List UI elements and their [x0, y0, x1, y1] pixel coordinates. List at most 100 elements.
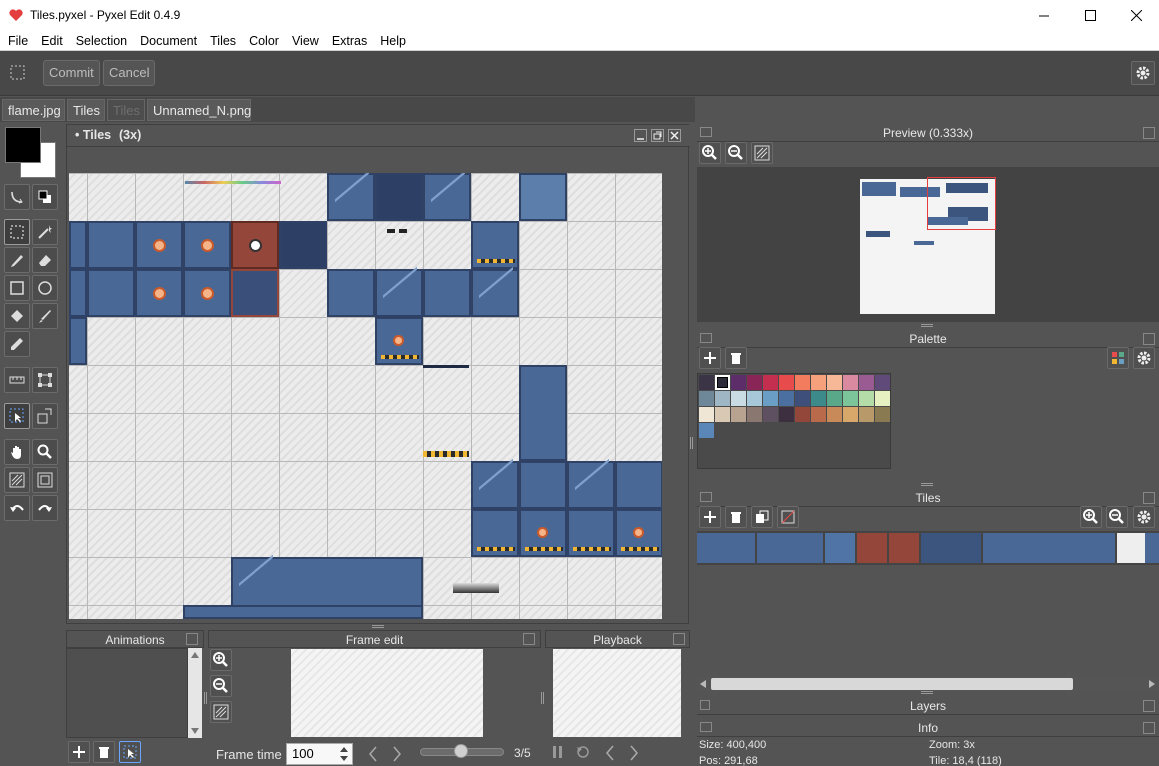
palette-swatch[interactable]	[715, 407, 730, 422]
collapse-button[interactable]	[700, 333, 712, 343]
loop-icon[interactable]	[575, 744, 591, 760]
tab-unnamed-png[interactable]: Unnamed_N.png	[147, 99, 251, 121]
palette-swatch[interactable]	[827, 391, 842, 406]
brush-tool[interactable]	[32, 303, 58, 329]
next-icon[interactable]	[627, 744, 641, 762]
palette-swatch[interactable]	[827, 407, 842, 422]
doc-minimize-button[interactable]	[634, 129, 647, 142]
collapse-button[interactable]	[700, 492, 712, 502]
frame-time-input[interactable]: 100	[286, 743, 353, 765]
tiles-strip[interactable]	[697, 531, 1159, 565]
palette-swatch[interactable]	[779, 407, 794, 422]
doc-restore-button[interactable]	[651, 129, 664, 142]
palette-swatch[interactable]	[811, 391, 826, 406]
tile-thumb[interactable]	[1145, 533, 1159, 563]
pause-icon[interactable]	[551, 744, 565, 760]
clear-tile-button[interactable]	[777, 506, 799, 528]
delete-color-button[interactable]	[725, 347, 747, 369]
add-color-button[interactable]	[699, 347, 721, 369]
palette-swatch[interactable]	[875, 375, 890, 390]
hand-tool[interactable]	[4, 439, 30, 465]
palette-swatch[interactable]	[859, 375, 874, 390]
frame-canvas[interactable]	[291, 649, 483, 737]
palette-swatch[interactable]	[859, 391, 874, 406]
doc-close-button[interactable]	[668, 129, 681, 142]
preview-zoom-in-button[interactable]	[699, 142, 721, 164]
scroll-right-icon[interactable]	[1147, 680, 1155, 688]
frame-zoom-in-button[interactable]	[210, 649, 232, 671]
fill-tool[interactable]	[4, 303, 30, 329]
tile-canvas[interactable]	[69, 173, 662, 619]
maximize-button[interactable]	[1067, 0, 1113, 31]
palette-swatch[interactable]	[811, 375, 826, 390]
palette-swatch[interactable]	[859, 407, 874, 422]
vertical-splitter[interactable]	[690, 437, 693, 449]
undock-button[interactable]	[523, 633, 535, 645]
palette-swatch[interactable]	[731, 407, 746, 422]
tile-thumb[interactable]	[857, 533, 887, 563]
selection-mode-icon[interactable]	[10, 65, 26, 81]
tile-select-tool[interactable]	[4, 403, 30, 429]
menu-help[interactable]: Help	[380, 34, 406, 48]
eraser-tool[interactable]	[32, 247, 58, 273]
scrollbar-thumb[interactable]	[711, 678, 1073, 690]
tile-stamp-tool[interactable]	[32, 403, 58, 429]
undock-button[interactable]	[186, 633, 198, 645]
palette-swatch[interactable]	[875, 407, 890, 422]
vertical-splitter[interactable]	[204, 692, 207, 704]
commit-button[interactable]: Commit	[43, 60, 100, 86]
settings-button[interactable]	[1131, 61, 1155, 85]
frame-zoom-out-button[interactable]	[210, 675, 232, 697]
menu-color[interactable]: Color	[249, 34, 279, 48]
tab-tiles[interactable]: Tiles	[67, 99, 105, 121]
frame-slider-thumb[interactable]	[454, 744, 468, 758]
tile-thumb[interactable]	[757, 533, 823, 563]
palette-swatch[interactable]	[843, 407, 858, 422]
zoom-tool[interactable]	[32, 439, 58, 465]
palette-swatch[interactable]	[763, 407, 778, 422]
palette-swatch[interactable]	[715, 375, 730, 390]
tile-thumb-empty[interactable]	[1117, 533, 1145, 563]
palette-swatch[interactable]	[843, 375, 858, 390]
palette-settings-button[interactable]	[1133, 347, 1155, 369]
next-frame-icon[interactable]	[390, 745, 404, 763]
reset-colors-button[interactable]	[32, 184, 58, 210]
tiles-horizontal-scrollbar[interactable]	[697, 676, 1159, 692]
tab-tiles-inactive[interactable]: Tiles	[107, 99, 145, 121]
palette-swatch[interactable]	[795, 391, 810, 406]
undock-button[interactable]	[1143, 700, 1155, 712]
expand-button[interactable]	[700, 700, 710, 710]
tile-thumb[interactable]	[921, 533, 981, 563]
palette-options-button[interactable]	[1107, 347, 1129, 369]
scroll-up-icon[interactable]	[191, 652, 199, 658]
scroll-left-icon[interactable]	[700, 680, 708, 688]
palette-swatch[interactable]	[731, 375, 746, 390]
horizontal-splitter[interactable]	[921, 324, 933, 327]
palette-swatch[interactable]	[763, 375, 778, 390]
animations-list[interactable]	[66, 648, 188, 738]
preview-zoom-out-button[interactable]	[725, 142, 747, 164]
canvas-vertical-scrollbar[interactable]	[664, 173, 684, 619]
tiles-zoom-out-button[interactable]	[1106, 506, 1128, 528]
undock-button[interactable]	[1143, 492, 1155, 504]
swap-colors-button[interactable]	[4, 184, 30, 210]
menu-selection[interactable]: Selection	[76, 34, 127, 48]
delete-animation-button[interactable]	[93, 741, 115, 763]
frame-fit-button[interactable]	[210, 701, 232, 723]
transform-tool[interactable]	[32, 367, 58, 393]
palette-swatch[interactable]	[811, 407, 826, 422]
select-animation-frames-button[interactable]	[119, 741, 141, 763]
palette-swatch[interactable]	[731, 391, 746, 406]
eyedropper-tool[interactable]	[4, 331, 30, 357]
horizontal-splitter[interactable]	[921, 483, 933, 486]
menu-document[interactable]: Document	[140, 34, 197, 48]
horizontal-splitter[interactable]	[921, 691, 933, 694]
menu-tiles[interactable]: Tiles	[210, 34, 236, 48]
undock-button[interactable]	[1143, 333, 1155, 345]
preview-viewport-rect[interactable]	[927, 177, 996, 230]
palette-swatch[interactable]	[763, 391, 778, 406]
palette-swatch[interactable]	[699, 391, 714, 406]
cancel-button[interactable]: Cancel	[103, 60, 156, 86]
palette-swatch[interactable]	[875, 391, 890, 406]
primary-color-swatch[interactable]	[5, 127, 41, 163]
